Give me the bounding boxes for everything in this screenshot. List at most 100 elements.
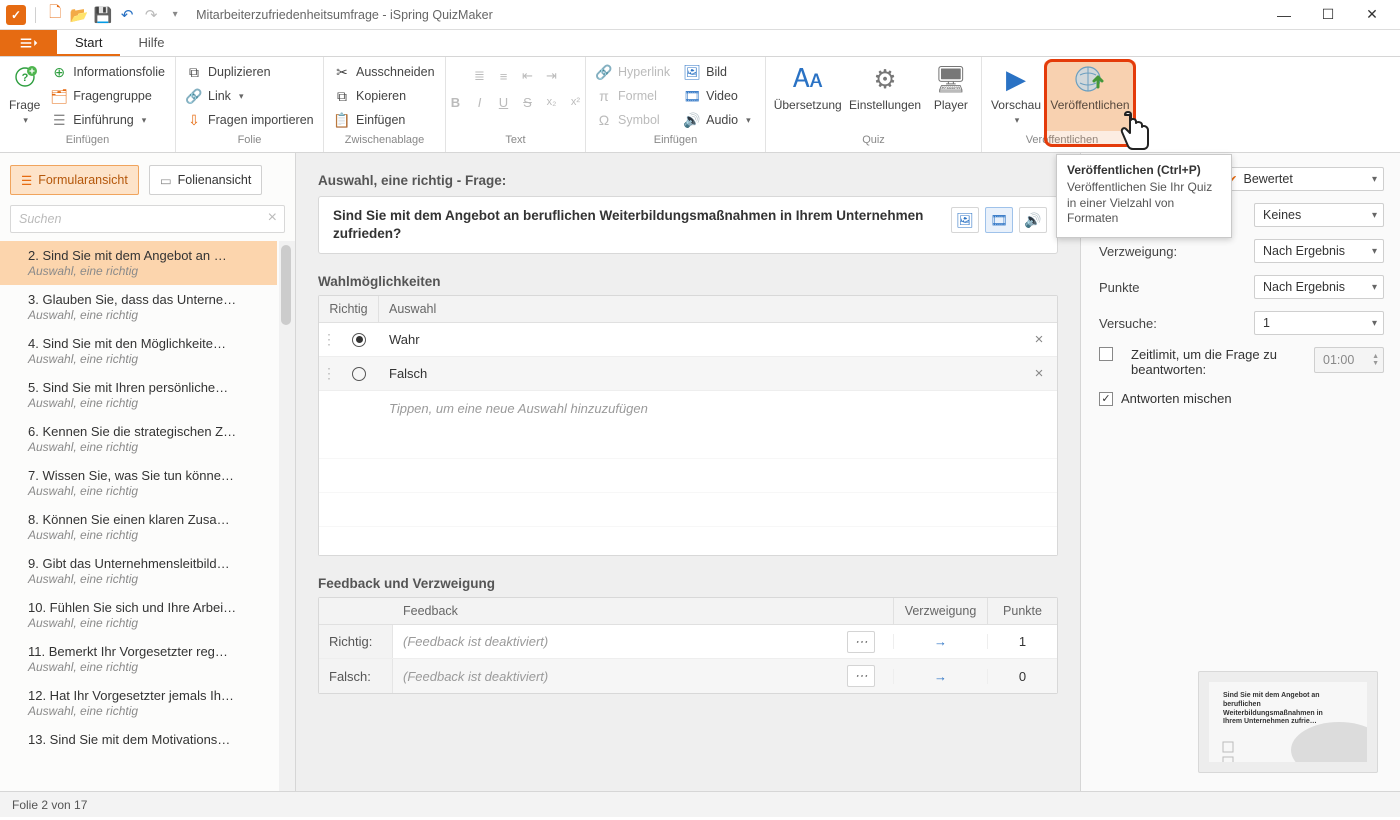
outdent-icon[interactable]: ⇤ <box>517 65 539 87</box>
undo-icon[interactable]: ↶ <box>118 6 136 24</box>
branching-select[interactable]: Nach Ergebnis▾ <box>1254 239 1384 263</box>
superscript-icon[interactable]: x² <box>565 91 587 113</box>
list-item[interactable]: 9. Gibt das Unternehmensleitbild…Auswahl… <box>0 549 277 593</box>
image-button[interactable]: 🖼Bild <box>680 61 755 83</box>
list-item[interactable]: 3. Glauben Sie, dass das Unterne…Auswahl… <box>0 285 277 329</box>
file-tab[interactable] <box>0 30 57 56</box>
duplicate-button[interactable]: ⧉Duplizieren <box>182 61 318 83</box>
settings-button[interactable]: ⚙ Einstellungen <box>847 61 922 131</box>
italic-icon[interactable]: I <box>469 91 491 113</box>
drag-handle-icon[interactable]: ⋮ <box>319 365 339 382</box>
import-questions-button[interactable]: ⇩Fragen importieren <box>182 109 318 131</box>
points-select[interactable]: Nach Ergebnis▾ <box>1254 275 1384 299</box>
tab-help[interactable]: Hilfe <box>120 30 182 56</box>
close-button[interactable]: ✕ <box>1350 0 1394 30</box>
cut-button[interactable]: ✂Ausschneiden <box>330 61 439 83</box>
question-group-button[interactable]: 🗂Fragengruppe <box>47 85 169 107</box>
correct-radio[interactable] <box>352 367 366 381</box>
group-label: Folie <box>182 134 317 152</box>
maximize-button[interactable]: ☐ <box>1306 0 1350 30</box>
feedback-more-button[interactable]: ⋯ <box>847 665 875 687</box>
list-item[interactable]: 2. Sind Sie mit dem Angebot an …Auswahl,… <box>0 241 277 285</box>
timelimit-input[interactable]: 01:00▲▼ <box>1314 347 1384 373</box>
bold-icon[interactable]: B <box>445 91 467 113</box>
branch-arrow-icon[interactable]: → <box>934 669 947 684</box>
gear-icon: ⚙ <box>869 63 901 95</box>
add-audio-button[interactable]: 🔊 <box>1019 207 1047 233</box>
video-button[interactable]: 🎞Video <box>680 85 755 107</box>
redo-icon[interactable]: ↷ <box>142 6 160 24</box>
drag-handle-icon[interactable]: ⋮ <box>319 331 339 348</box>
search-input[interactable] <box>10 205 285 233</box>
branch-arrow-icon[interactable]: → <box>934 634 947 649</box>
underline-icon[interactable]: U <box>493 91 515 113</box>
copy-button[interactable]: ⧉Kopieren <box>330 85 439 107</box>
audio-icon: 🔊 <box>1024 212 1041 229</box>
choice-row[interactable]: ⋮ Wahr × <box>319 323 1057 357</box>
list-item[interactable]: 10. Fühlen Sie sich und Ihre Arbei…Auswa… <box>0 593 277 637</box>
formula-button[interactable]: πFormel <box>592 85 674 107</box>
chevron-down-icon: ▾ <box>1372 318 1377 329</box>
correct-radio[interactable] <box>352 333 366 347</box>
formula-icon: π <box>596 88 612 104</box>
question-text: Sind Sie mit dem Angebot an beruflichen … <box>333 207 937 243</box>
subscript-icon[interactable]: x₂ <box>541 91 563 113</box>
form-view-button[interactable]: ☰ Formularansicht <box>10 165 139 195</box>
list-item[interactable]: 7. Wissen Sie, was Sie tun könne…Auswahl… <box>0 461 277 505</box>
strike-icon[interactable]: S <box>517 91 539 113</box>
paste-button[interactable]: 📋Einfügen <box>330 109 439 131</box>
feedback-disabled-text[interactable]: (Feedback ist deaktiviert) <box>403 669 548 684</box>
question-text-box[interactable]: Sind Sie mit dem Angebot an beruflichen … <box>318 196 1058 254</box>
preview-button[interactable]: ▶ Vorschau ▾ <box>988 61 1044 131</box>
intro-icon: ☰ <box>51 112 67 128</box>
indent-icon[interactable]: ⇥ <box>541 65 563 87</box>
feedback-more-button[interactable]: ⋯ <box>847 631 875 653</box>
shuffle-checkbox[interactable] <box>1099 392 1113 406</box>
save-icon[interactable]: 💾 <box>94 6 112 24</box>
list-item[interactable]: 11. Bemerkt Ihr Vorgesetzter reg…Auswahl… <box>0 637 277 681</box>
hyperlink-button[interactable]: 🔗Hyperlink <box>592 61 674 83</box>
new-file-icon[interactable]: 🗋 <box>46 6 64 24</box>
delete-choice-icon[interactable]: × <box>1021 365 1057 382</box>
points-value[interactable]: 0 <box>987 669 1057 684</box>
info-slide-button[interactable]: ⊕Informationsfolie <box>47 61 169 83</box>
minimize-button[interactable]: — <box>1262 0 1306 30</box>
attempts-select[interactable]: 1▾ <box>1254 311 1384 335</box>
list-item[interactable]: 8. Können Sie einen klaren Zusa…Auswahl,… <box>0 505 277 549</box>
list-item[interactable]: 6. Kennen Sie die strategischen Z…Auswah… <box>0 417 277 461</box>
choice-row[interactable]: ⋮ Falsch × <box>319 357 1057 391</box>
spinner-icon[interactable]: ▲▼ <box>1372 353 1379 367</box>
list-item-title: 7. Wissen Sie, was Sie tun könne… <box>28 468 267 483</box>
timelimit-checkbox[interactable] <box>1099 347 1113 361</box>
numbered-list-icon[interactable]: ≡ <box>493 65 515 87</box>
bullets-icon[interactable]: ≣ <box>469 65 491 87</box>
add-video-button[interactable]: 🎞 <box>985 207 1013 233</box>
choice-text[interactable]: Falsch <box>379 366 1021 381</box>
choice-text[interactable]: Wahr <box>379 332 1021 347</box>
feedback-select[interactable]: Keines▾ <box>1254 203 1384 227</box>
points-value[interactable]: 1 <box>987 634 1057 649</box>
list-item[interactable]: 13. Sind Sie mit dem Motivations… <box>0 725 277 754</box>
add-question-button[interactable]: ? Frage ▾ <box>6 61 43 131</box>
link-button[interactable]: 🔗Link▾ <box>182 85 318 107</box>
audio-button[interactable]: 🔊Audio▾ <box>680 109 755 131</box>
symbol-button[interactable]: ΩSymbol <box>592 109 674 131</box>
translation-button[interactable]: 🗛 Übersetzung <box>772 61 843 131</box>
scrollbar-thumb[interactable] <box>281 245 291 325</box>
add-image-button[interactable]: 🖼 <box>951 207 979 233</box>
image-icon: 🖼 <box>956 212 974 229</box>
list-item[interactable]: 12. Hat Ihr Vorgesetzter jemals Ih…Auswa… <box>0 681 277 725</box>
intro-button[interactable]: ☰Einführung▾ <box>47 109 169 131</box>
list-item[interactable]: 5. Sind Sie mit Ihren persönliche…Auswah… <box>0 373 277 417</box>
slide-thumbnail[interactable]: Sind Sie mit dem Angebot an beruflichen … <box>1198 671 1378 773</box>
player-button[interactable]: 🖥 Player <box>927 61 975 131</box>
open-file-icon[interactable]: 📂 <box>70 6 88 24</box>
feedback-disabled-text[interactable]: (Feedback ist deaktiviert) <box>403 634 548 649</box>
add-choice-placeholder[interactable]: Tippen, um eine neue Auswahl hinzuzufüge… <box>319 391 1057 425</box>
qat-customize-icon[interactable]: ▾ <box>166 6 184 24</box>
delete-choice-icon[interactable]: × <box>1021 331 1057 348</box>
question-type-select[interactable]: ✔Bewertet ▾ <box>1218 167 1384 191</box>
tab-start[interactable]: Start <box>57 30 120 56</box>
slide-view-button[interactable]: ▭ Folienansicht <box>149 165 262 195</box>
list-item[interactable]: 4. Sind Sie mit den Möglichkeite…Auswahl… <box>0 329 277 373</box>
